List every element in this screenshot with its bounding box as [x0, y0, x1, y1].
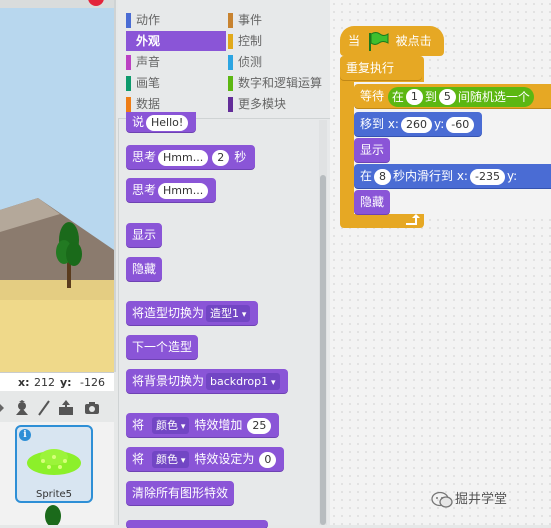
category-motion[interactable]: 动作	[126, 10, 226, 30]
category-sensing[interactable]: 侦测	[228, 52, 338, 72]
watermark: 掘井学堂	[431, 490, 507, 510]
random-from-field[interactable]: 1	[405, 89, 423, 105]
category-more-blocks[interactable]: 更多模块	[228, 94, 338, 114]
block-next-costume[interactable]: 下一个造型	[126, 335, 199, 359]
goto-y-field[interactable]: -60	[446, 116, 475, 133]
pick-random-block[interactable]: 在 1 到 5 间随机选一个	[387, 86, 534, 107]
when-flag-clicked-block[interactable]: 当 被点击	[340, 26, 444, 56]
think-text-field[interactable]: Hmm...	[158, 182, 209, 199]
category-looks[interactable]: 外观	[126, 31, 226, 51]
backdrop-dropdown[interactable]: backdrop1	[206, 373, 280, 390]
paint-brush-icon[interactable]	[36, 400, 52, 416]
costume-dropdown[interactable]: 造型1	[206, 305, 251, 322]
stage-coordinates: x: 212 y: -126	[0, 372, 114, 391]
category-events[interactable]: 事件	[228, 10, 338, 30]
block-switch-costume[interactable]: 将造型切换为 造型1	[126, 301, 259, 325]
category-pen[interactable]: 画笔	[126, 73, 226, 93]
stage-backdrop	[0, 8, 114, 372]
loop-arrow-icon	[406, 214, 420, 225]
set-effect-value-field[interactable]: 0	[259, 451, 277, 468]
block-partial[interactable]	[126, 520, 268, 528]
x-value: 212	[34, 376, 55, 389]
block-hide[interactable]: 隐藏	[126, 257, 163, 281]
choose-sprite-icon[interactable]	[14, 400, 30, 416]
block-think[interactable]: 思考 Hmm...	[126, 178, 217, 202]
go-to-xy-block[interactable]: 移到 x: 260 y: -60	[354, 112, 483, 136]
show-block[interactable]: 显示	[354, 138, 391, 162]
category-data[interactable]: 数据	[126, 94, 226, 114]
new-sprite-toolbar	[0, 394, 114, 423]
y-label: y:	[60, 376, 72, 389]
glide-block[interactable]: 在 8 秒内滑行到 x: -235 y:	[354, 164, 551, 188]
forever-label: 重复执行	[340, 56, 422, 80]
change-effect-value-field[interactable]: 25	[247, 417, 272, 434]
upload-sprite-icon[interactable]	[58, 400, 74, 416]
camera-icon[interactable]	[84, 400, 100, 416]
category-sound[interactable]: 声音	[126, 52, 226, 72]
sprite-thumbnail[interactable]: i Sprite5	[15, 425, 93, 503]
random-to-field[interactable]: 5	[438, 89, 456, 105]
wechat-icon	[431, 491, 453, 508]
goto-x-field[interactable]: 260	[400, 116, 432, 133]
palette-scrollbar[interactable]	[319, 120, 327, 525]
say-text-field[interactable]: Hello!	[146, 114, 189, 131]
x-label: x:	[18, 376, 30, 389]
hide-block[interactable]: 隐藏	[354, 190, 391, 214]
category-menu: 动作 事件 外观 控制 声音 侦测 画笔 数字和逻辑运算 数据 更多模块	[118, 0, 330, 119]
block-clear-effects[interactable]: 清除所有图形特效	[126, 481, 235, 505]
palette-scrollbar-thumb[interactable]	[320, 175, 326, 525]
block-show[interactable]: 显示	[126, 223, 163, 247]
wait-block[interactable]: 等待 在 1 到 5 间随机选一个	[354, 84, 551, 108]
green-flag-icon	[368, 31, 389, 51]
change-effect-dropdown[interactable]: 颜色	[152, 417, 190, 434]
stage[interactable]	[0, 0, 116, 372]
block-change-effect[interactable]: 将颜色特效增加25	[126, 413, 280, 437]
glide-x-field[interactable]: -235	[469, 168, 505, 185]
sprite-name: Sprite5	[35, 489, 73, 500]
block-set-effect[interactable]: 将颜色特效设定为0	[126, 447, 285, 471]
block-think-for-secs[interactable]: 思考 Hmm... 2 秒	[126, 145, 256, 169]
y-value: -126	[80, 376, 105, 389]
stage-tree-thumbnail[interactable]	[38, 504, 68, 525]
glide-secs-field[interactable]: 8	[374, 168, 392, 185]
sprite-library-icon[interactable]	[0, 400, 12, 416]
block-say[interactable]: 说 Hello!	[126, 112, 197, 132]
think-secs-number-field[interactable]: 2	[212, 149, 230, 166]
set-effect-dropdown[interactable]: 颜色	[152, 451, 190, 468]
category-control[interactable]: 控制	[228, 31, 338, 51]
category-operators[interactable]: 数字和逻辑运算	[228, 73, 338, 93]
think-secs-text-field[interactable]: Hmm...	[158, 149, 209, 166]
block-switch-backdrop[interactable]: 将背景切换为 backdrop1	[126, 369, 288, 393]
